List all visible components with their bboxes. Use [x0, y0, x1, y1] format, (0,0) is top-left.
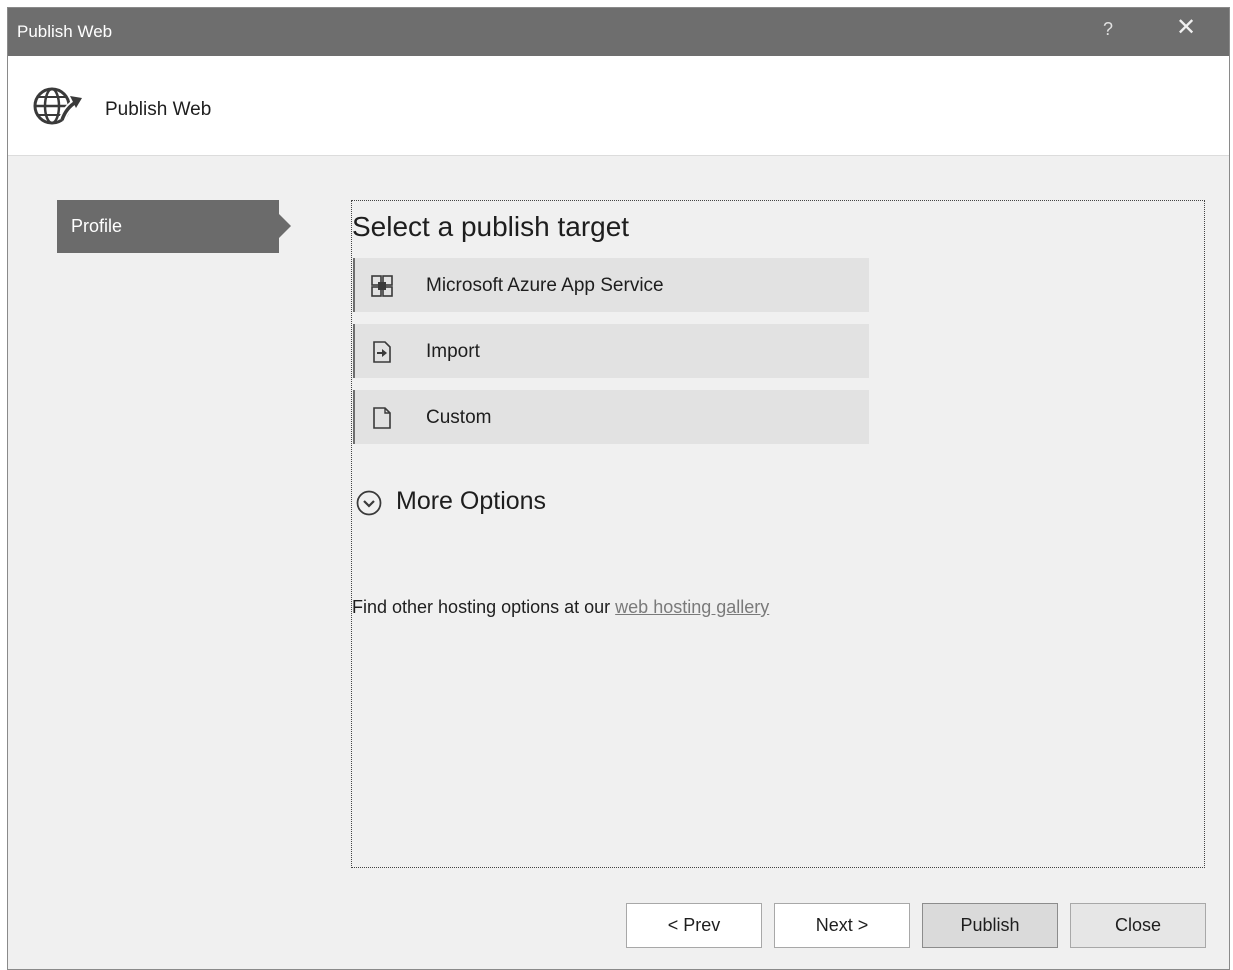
target-label: Microsoft Azure App Service — [426, 275, 664, 296]
close-window-button[interactable]: ✕ — [1176, 16, 1196, 40]
title-bar: Publish Web ? ✕ — [8, 8, 1229, 56]
page-title: Select a publish target — [352, 211, 630, 242]
chevron-down-circle-icon — [356, 490, 382, 516]
target-azure-app-service[interactable]: Microsoft Azure App Service — [353, 258, 869, 312]
help-button[interactable]: ? — [1103, 19, 1113, 40]
close-button[interactable]: Close — [1070, 903, 1206, 948]
step-profile-label: Profile — [71, 216, 123, 236]
publish-button[interactable]: Publish — [922, 903, 1058, 948]
header-title: Publish Web — [105, 99, 212, 120]
target-custom[interactable]: Custom — [353, 390, 869, 444]
next-button[interactable]: Next > — [774, 903, 910, 948]
target-label: Custom — [426, 407, 492, 428]
document-icon — [373, 407, 391, 429]
prev-button[interactable]: < Prev — [626, 903, 762, 948]
target-label: Import — [426, 341, 480, 362]
target-import[interactable]: Import — [353, 324, 869, 378]
web-hosting-gallery-link[interactable]: web hosting gallery — [615, 597, 769, 617]
import-icon — [373, 341, 391, 363]
content-panel: Select a publish target Microsoft Azure … — [351, 200, 1205, 868]
more-options-label: More Options — [396, 487, 547, 515]
dialog-header: Publish Web — [8, 56, 1229, 156]
publish-web-dialog: Publish Web ? ✕ Publish Web Profile Sele… — [7, 7, 1230, 970]
window-title: Publish Web — [17, 22, 113, 41]
azure-app-service-icon — [371, 275, 393, 297]
globe-publish-icon — [33, 87, 82, 125]
step-profile[interactable]: Profile — [57, 200, 291, 253]
hosting-options-text: Find other hosting options at our web ho… — [352, 597, 769, 618]
hosting-options-prefix: Find other hosting options at our — [352, 597, 616, 617]
